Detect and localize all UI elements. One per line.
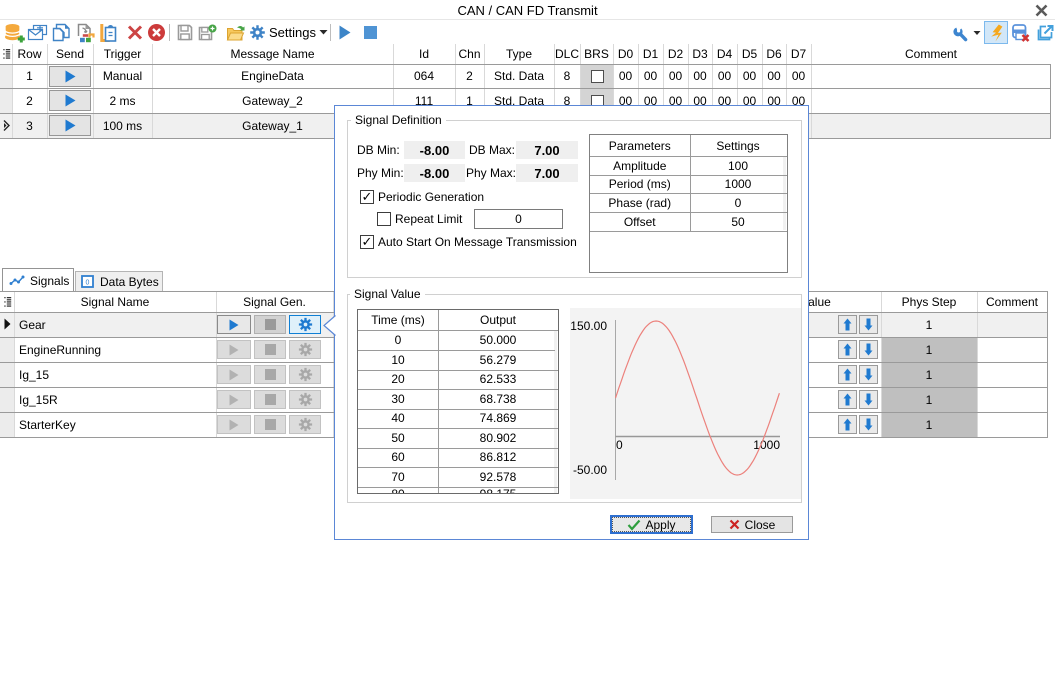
svg-text:1000: 1000 [753, 438, 780, 452]
svg-text:0: 0 [86, 280, 90, 287]
svg-text:150.00: 150.00 [570, 319, 607, 333]
svg-text:0: 0 [616, 438, 623, 452]
svg-text:-50.00: -50.00 [573, 463, 607, 477]
